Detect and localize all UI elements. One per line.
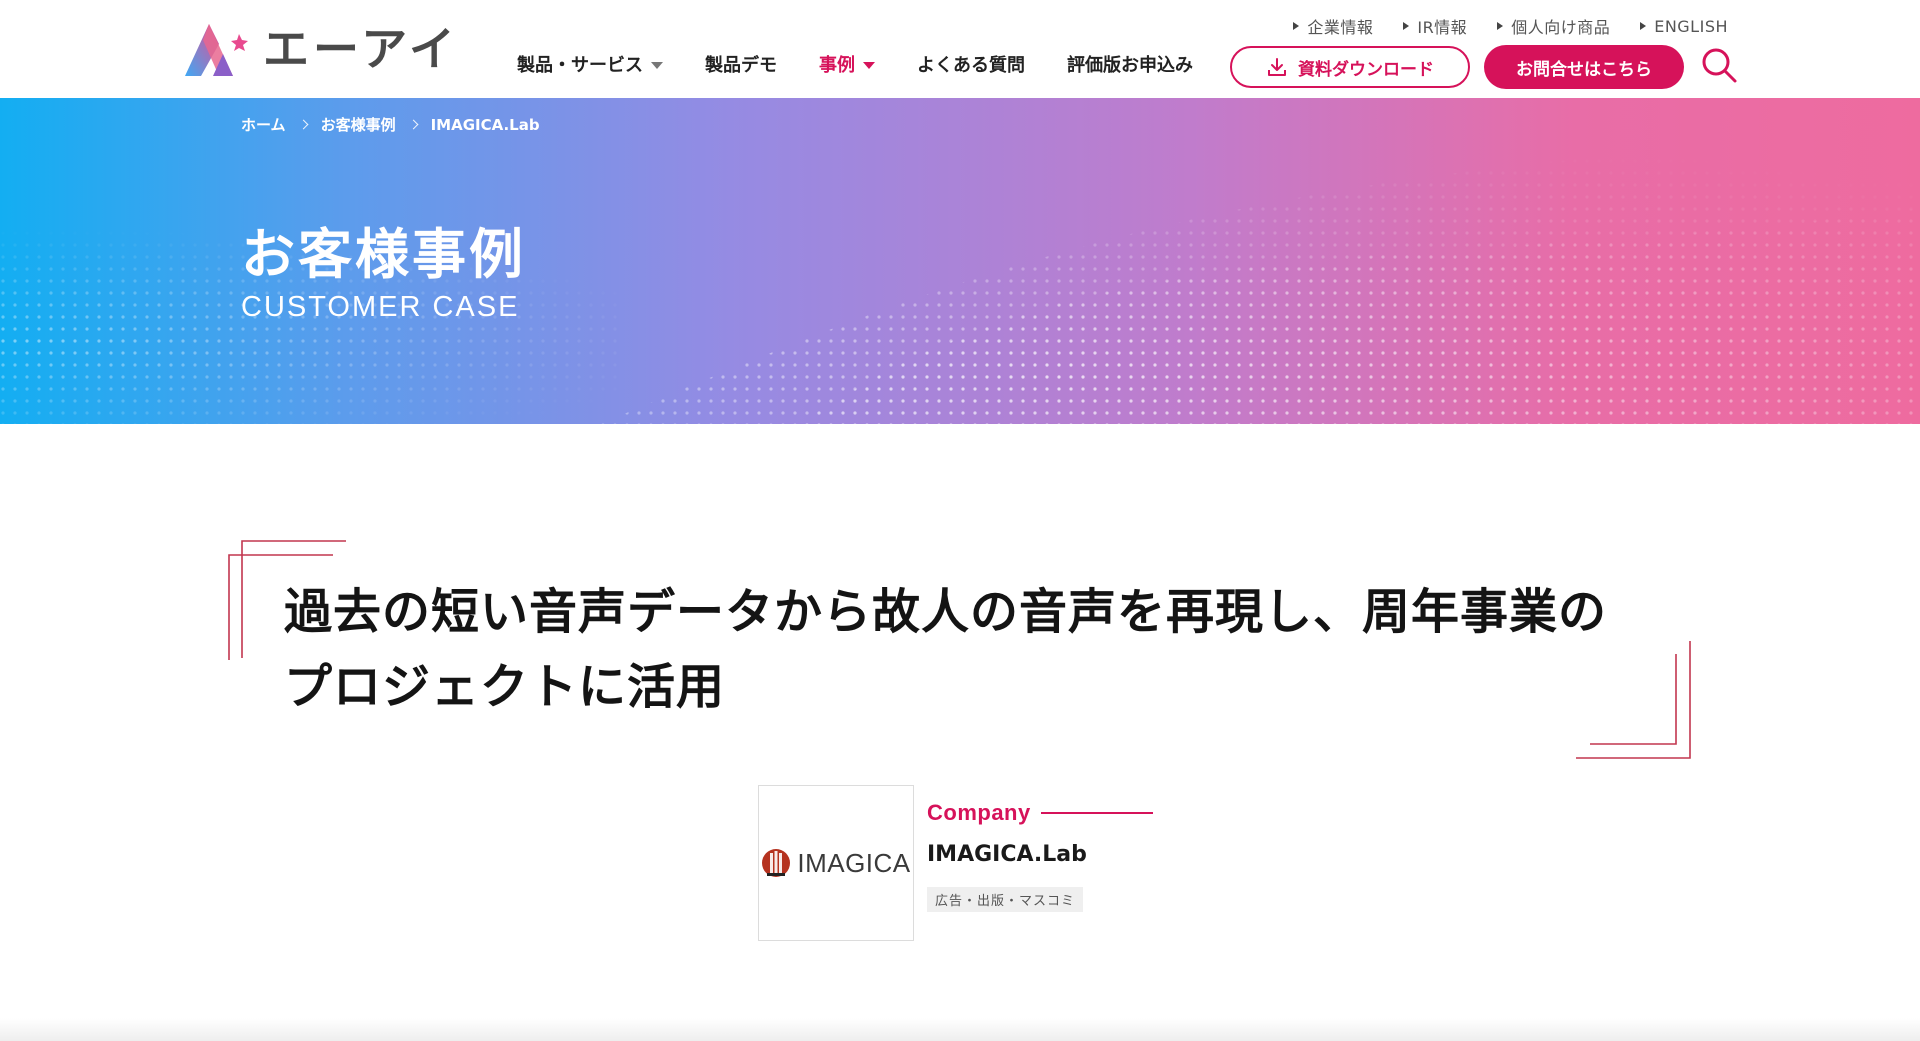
page-title: お客様事例: [241, 223, 526, 286]
triangle-right-icon: [1293, 22, 1300, 30]
nav-products-services[interactable]: 製品・サービス: [517, 51, 663, 77]
chevron-down-icon: [651, 62, 663, 69]
download-icon: [1268, 58, 1286, 76]
company-label-row: Company: [927, 800, 1153, 826]
triangle-right-icon: [1403, 22, 1410, 30]
nav-product-demo[interactable]: 製品デモ: [705, 51, 777, 77]
company-logo-text: IMAGICA: [797, 847, 911, 878]
triangle-right-icon: [1497, 22, 1504, 30]
logo-mark-icon: [185, 24, 248, 76]
util-link-personal-products[interactable]: 個人向け商品: [1497, 14, 1610, 38]
headline-line-2: プロジェクトに活用: [284, 659, 726, 715]
chevron-right-icon: [408, 119, 419, 130]
contact-button[interactable]: お問合せはこちら: [1484, 45, 1684, 89]
nav-faq[interactable]: よくある質問: [917, 51, 1025, 77]
breadcrumb-current: IMAGICA.Lab: [430, 115, 540, 134]
util-link-company-info[interactable]: 企業情報: [1293, 14, 1373, 38]
company-label: Company: [927, 800, 1031, 825]
case-headline: 過去の短い音声データから故人の音声を再現し、周年事業の プロジェクトに活用: [284, 575, 1644, 725]
util-link-label: 企業情報: [1307, 18, 1374, 37]
nav-label: 製品デモ: [705, 55, 777, 76]
nav-label: 製品・サービス: [517, 55, 643, 76]
company-label-line: [1040, 812, 1153, 814]
util-link-label: IR情報: [1417, 18, 1468, 37]
triangle-right-icon: [1640, 22, 1647, 30]
breadcrumb: ホーム お客様事例 IMAGICA.Lab: [241, 114, 540, 135]
company-logo: IMAGICA: [758, 785, 914, 941]
hero-banner: ホーム お客様事例 IMAGICA.Lab お客様事例 CUSTOMER CAS…: [0, 98, 1920, 424]
chevron-down-icon: [863, 62, 875, 69]
nav-trial-application[interactable]: 評価版お申込み: [1067, 51, 1193, 77]
util-link-ir[interactable]: IR情報: [1403, 14, 1467, 38]
site-logo[interactable]: エーアイ: [183, 20, 459, 78]
section-divider-band: [0, 1018, 1920, 1041]
util-link-label: ENGLISH: [1654, 16, 1728, 36]
logo-text: エーアイ: [263, 22, 459, 76]
headline-line-1: 過去の短い音声データから故人の音声を再現し、周年事業の: [284, 584, 1608, 640]
utility-nav: 企業情報 IR情報 個人向け商品 ENGLISH: [1293, 14, 1728, 38]
breadcrumb-customer-cases[interactable]: お客様事例: [321, 114, 396, 135]
company-name: IMAGICA.Lab: [927, 842, 1087, 867]
main-nav: 製品・サービス 製品デモ 事例 よくある質問 評価版お申込み: [517, 51, 1193, 77]
util-link-label: 個人向け商品: [1511, 18, 1611, 37]
imagica-emblem-icon: [762, 849, 791, 877]
page-subtitle: CUSTOMER CASE: [241, 291, 520, 323]
breadcrumb-home[interactable]: ホーム: [241, 114, 286, 135]
search-icon[interactable]: [1700, 46, 1738, 84]
chevron-right-icon: [298, 119, 309, 130]
nav-label: 事例: [819, 55, 855, 76]
contact-button-label: お問合せはこちら: [1516, 59, 1652, 79]
site-header: エーアイ 企業情報 IR情報 個人向け商品 ENGLISH 製品・サービス 製品…: [0, 0, 1920, 98]
util-link-english[interactable]: ENGLISH: [1640, 14, 1728, 38]
nav-label: よくある質問: [917, 55, 1025, 76]
download-button-label: 資料ダウンロード: [1298, 59, 1434, 79]
industry-tag: 広告・出版・マスコミ: [927, 887, 1084, 912]
nav-case-studies[interactable]: 事例: [819, 51, 875, 77]
download-materials-button[interactable]: 資料ダウンロード: [1230, 46, 1470, 88]
nav-label: 評価版お申込み: [1067, 55, 1193, 76]
